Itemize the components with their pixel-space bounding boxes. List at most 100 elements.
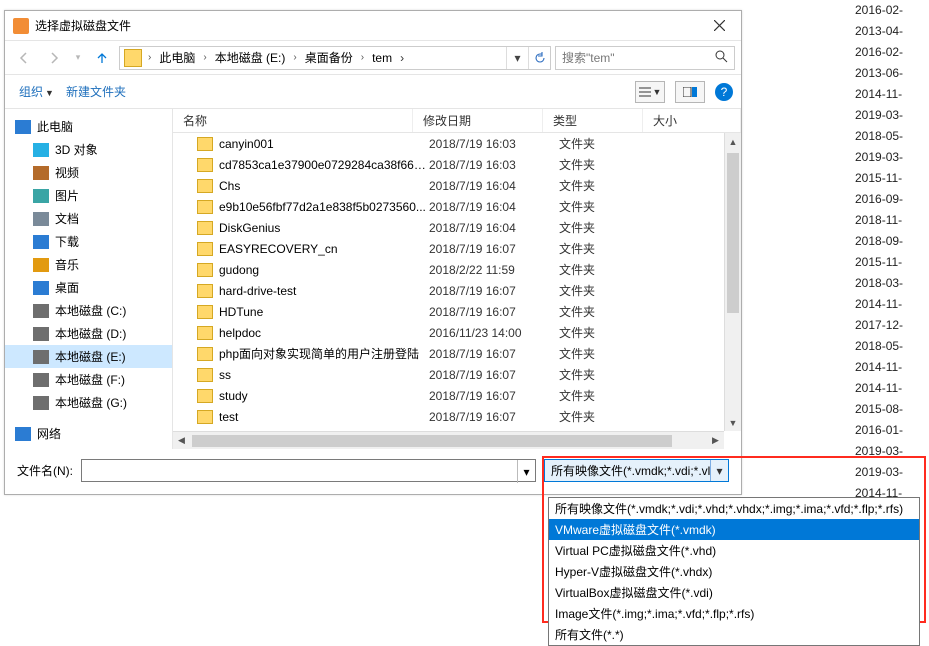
file-row[interactable]: DiskGenius2018/7/19 16:04文件夹 <box>173 217 741 238</box>
scroll-up-icon[interactable]: ▲ <box>725 133 741 150</box>
sidebar-item[interactable]: 本地磁盘 (D:) <box>5 322 172 345</box>
preview-pane-button[interactable] <box>675 81 705 103</box>
scroll-left-icon[interactable]: ◀ <box>173 432 190 449</box>
chevron-right-icon: › <box>146 52 153 63</box>
file-row[interactable]: hard-drive-test2018/7/19 16:07文件夹 <box>173 280 741 301</box>
col-name[interactable]: 名称 <box>173 109 413 132</box>
file-name: study <box>219 389 429 403</box>
filter-option[interactable]: Virtual PC虚拟磁盘文件(*.vhd) <box>549 540 919 561</box>
up-button[interactable] <box>89 45 115 71</box>
horizontal-scrollbar[interactable]: ◀ ▶ <box>173 431 724 449</box>
filter-dropdown-button[interactable]: ▾ <box>710 460 728 481</box>
organize-menu[interactable]: 组织▼ <box>13 79 60 104</box>
file-date: 2018/7/19 16:07 <box>429 242 559 256</box>
crumb-drive[interactable]: 本地磁盘 (E:) <box>211 47 290 68</box>
filename-input[interactable]: ▾ <box>81 459 536 482</box>
sidebar-item[interactable]: 本地磁盘 (C:) <box>5 299 172 322</box>
bg-date: 2016-02- <box>855 0 925 21</box>
sidebar-item-label: 视频 <box>55 164 79 181</box>
search-box[interactable]: 搜索"tem" <box>555 46 735 70</box>
address-dropdown[interactable]: ▾ <box>506 47 528 69</box>
address-bar[interactable]: › 此电脑 › 本地磁盘 (E:) › 桌面备份 › tem › ▾ <box>119 46 551 70</box>
file-row[interactable]: cd7853ca1e37900e0729284ca38f669...2018/7… <box>173 154 741 175</box>
forward-button[interactable] <box>41 45 67 71</box>
file-open-dialog: 选择虚拟磁盘文件 ▾ › 此电脑 › 本地磁盘 (E:) › 桌面备份 › te… <box>4 10 742 495</box>
file-row[interactable]: study2018/7/19 16:07文件夹 <box>173 385 741 406</box>
crumb-folder-1[interactable]: 桌面备份 <box>301 47 357 68</box>
file-type: 文件夹 <box>559 219 659 236</box>
drv-icon <box>33 350 49 364</box>
file-row[interactable]: php面向对象实现简单的用户注册登陆2018/7/19 16:07文件夹 <box>173 343 741 364</box>
file-type-filter[interactable]: 所有映像文件(*.vmdk;*.vdi;*.vl ▾ <box>544 459 729 482</box>
sidebar-item[interactable]: 3D 对象 <box>5 138 172 161</box>
file-name: e9b10e56fbf77d2a1e838f5b0273560... <box>219 200 429 214</box>
preview-icon <box>683 87 697 97</box>
sidebar-item[interactable]: 视频 <box>5 161 172 184</box>
sidebar-item[interactable]: 本地磁盘 (E:) <box>5 345 172 368</box>
filter-option[interactable]: 所有映像文件(*.vmdk;*.vdi;*.vhd;*.vhdx;*.img;*… <box>549 498 919 519</box>
scroll-down-icon[interactable]: ▼ <box>725 414 741 431</box>
file-date: 2018/7/19 16:04 <box>429 221 559 235</box>
sidebar-item[interactable]: 本地磁盘 (G:) <box>5 391 172 414</box>
file-name: Chs <box>219 179 429 193</box>
file-date: 2016/11/23 14:00 <box>429 326 559 340</box>
sidebar-item[interactable]: 本地磁盘 (F:) <box>5 368 172 391</box>
sidebar-item[interactable]: 下载 <box>5 230 172 253</box>
scroll-thumb[interactable] <box>727 153 739 313</box>
refresh-button[interactable] <box>528 47 550 69</box>
search-icon <box>715 50 728 66</box>
file-name: EASYRECOVERY_cn <box>219 242 429 256</box>
close-button[interactable] <box>697 11 741 41</box>
view-mode-button[interactable]: ▼ <box>635 81 665 103</box>
filename-history-dropdown[interactable]: ▾ <box>517 460 535 483</box>
sidebar-item[interactable]: 文档 <box>5 207 172 230</box>
pic-icon <box>33 189 49 203</box>
sidebar-item[interactable]: 图片 <box>5 184 172 207</box>
crumb-pc[interactable]: 此电脑 <box>155 47 199 68</box>
back-button[interactable] <box>11 45 37 71</box>
file-row[interactable]: Chs2018/7/19 16:04文件夹 <box>173 175 741 196</box>
file-type: 文件夹 <box>559 282 659 299</box>
col-type[interactable]: 类型 <box>543 109 643 132</box>
file-row[interactable]: canyin0012018/7/19 16:03文件夹 <box>173 133 741 154</box>
help-button[interactable]: ? <box>715 83 733 101</box>
filter-option[interactable]: Hyper-V虚拟磁盘文件(*.vhdx) <box>549 561 919 582</box>
file-row[interactable]: test2018/7/19 16:07文件夹 <box>173 406 741 427</box>
file-type: 文件夹 <box>559 408 659 425</box>
bg-date: 2015-11- <box>855 252 925 273</box>
file-type: 文件夹 <box>559 366 659 383</box>
footer: 文件名(N): ▾ 所有映像文件(*.vmdk;*.vdi;*.vl ▾ <box>5 449 741 494</box>
file-row[interactable]: e9b10e56fbf77d2a1e838f5b0273560...2018/7… <box>173 196 741 217</box>
music-icon <box>33 258 49 272</box>
recent-dropdown[interactable]: ▾ <box>71 45 85 71</box>
sidebar-item[interactable]: 音乐 <box>5 253 172 276</box>
bg-date: 2016-01- <box>855 420 925 441</box>
folder-icon <box>197 368 213 382</box>
col-size[interactable]: 大小 <box>643 109 741 132</box>
file-row[interactable]: EASYRECOVERY_cn2018/7/19 16:07文件夹 <box>173 238 741 259</box>
titlebar: 选择虚拟磁盘文件 <box>5 11 741 41</box>
drv-icon <box>33 373 49 387</box>
filter-option[interactable]: 所有文件(*.*) <box>549 624 919 645</box>
file-row[interactable]: ss2018/7/19 16:07文件夹 <box>173 364 741 385</box>
filter-option[interactable]: VMware虚拟磁盘文件(*.vmdk) <box>549 519 919 540</box>
chevron-right-icon[interactable]: › <box>398 51 406 65</box>
vertical-scrollbar[interactable]: ▲ ▼ <box>724 133 741 431</box>
file-row[interactable]: HDTune2018/7/19 16:07文件夹 <box>173 301 741 322</box>
bg-date: 2018-05- <box>855 336 925 357</box>
filter-option[interactable]: VirtualBox虚拟磁盘文件(*.vdi) <box>549 582 919 603</box>
new-folder-button[interactable]: 新建文件夹 <box>60 79 132 104</box>
sidebar-network[interactable]: 网络 <box>5 422 172 445</box>
filter-option[interactable]: Image文件(*.img;*.ima;*.vfd;*.flp;*.rfs) <box>549 603 919 624</box>
file-date: 2018/7/19 16:07 <box>429 410 559 424</box>
file-row[interactable]: gudong2018/2/22 11:59文件夹 <box>173 259 741 280</box>
col-date[interactable]: 修改日期 <box>413 109 543 132</box>
scroll-right-icon[interactable]: ▶ <box>707 432 724 449</box>
scroll-thumb-h[interactable] <box>192 435 672 447</box>
help-icon: ? <box>721 85 728 99</box>
crumb-folder-2[interactable]: tem <box>368 49 396 67</box>
bg-date: 2014-11- <box>855 357 925 378</box>
sidebar-this-pc[interactable]: 此电脑 <box>5 115 172 138</box>
sidebar-item[interactable]: 桌面 <box>5 276 172 299</box>
file-row[interactable]: helpdoc2016/11/23 14:00文件夹 <box>173 322 741 343</box>
